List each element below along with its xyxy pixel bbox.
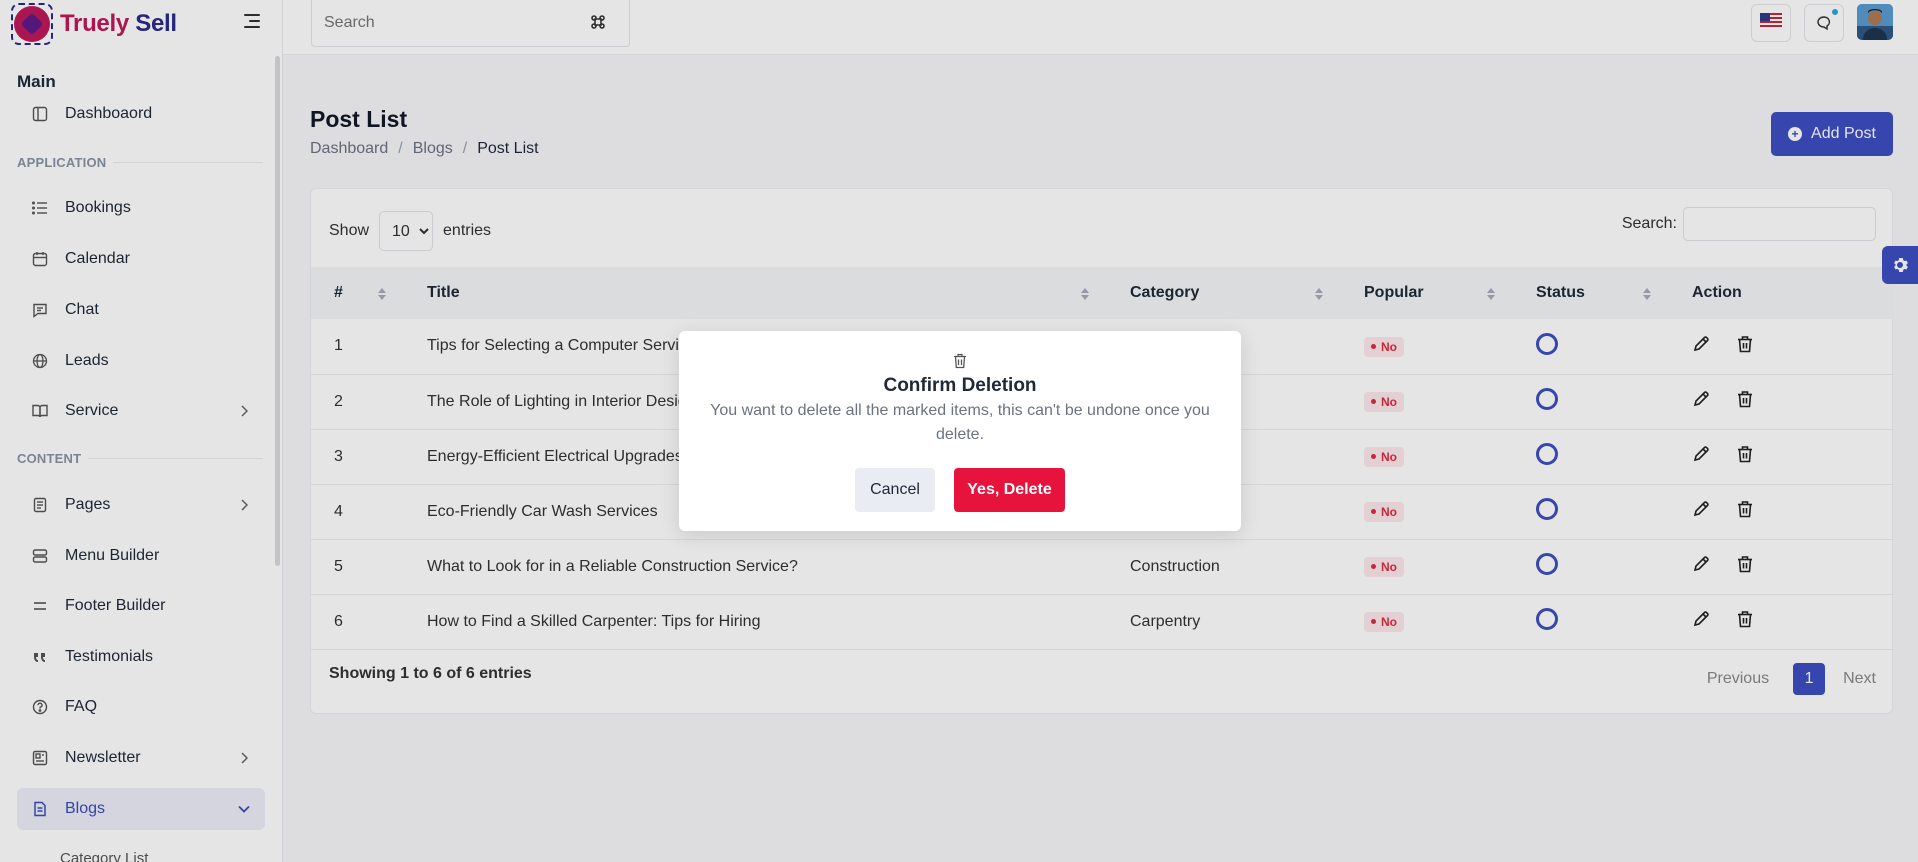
confirm-delete-button[interactable]: Yes, Delete — [954, 468, 1065, 512]
dialog-message: You want to delete all the marked items,… — [710, 402, 1210, 443]
cancel-button[interactable]: Cancel — [855, 468, 935, 512]
trash-icon — [952, 353, 968, 369]
confirm-delete-dialog: Confirm Deletion You want to delete all … — [679, 331, 1241, 531]
dialog-title: Confirm Deletion — [883, 375, 1037, 396]
